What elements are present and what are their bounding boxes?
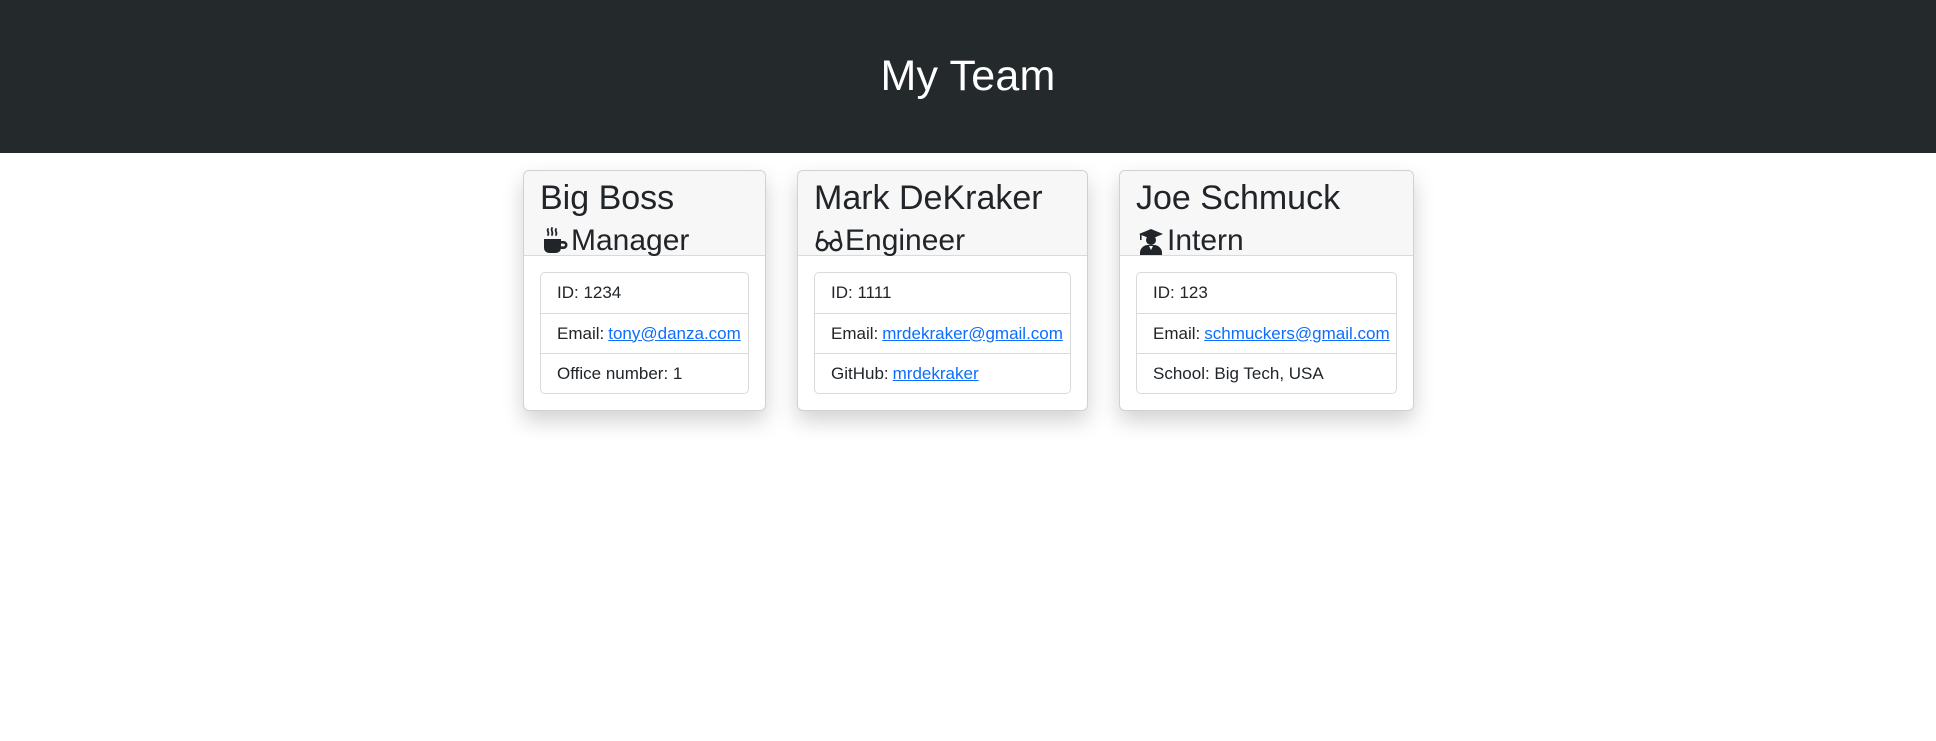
employee-card-manager: Big Boss Manager ID: 1234 Email: tony@da… xyxy=(523,170,766,411)
id-item: ID: 1234 xyxy=(557,283,622,302)
role-label: Intern xyxy=(1167,224,1244,257)
office-number-item: Office number: 1 xyxy=(541,353,748,393)
employee-card-engineer: Mark DeKraker Engineer ID: 1111 Email: m… xyxy=(797,170,1088,411)
page-title: My Team xyxy=(880,52,1056,100)
role-label: Manager xyxy=(571,224,690,257)
card-header: Big Boss Manager xyxy=(524,171,765,257)
info-list: ID: 123 Email: schmuckers@gmail.com Scho… xyxy=(1136,272,1397,394)
school-item: School: Big Tech, USA xyxy=(1137,353,1396,393)
employee-role: Engineer xyxy=(814,221,1071,261)
graduate-icon xyxy=(1136,226,1166,256)
email-label: Email: xyxy=(557,323,605,343)
card-body: ID: 1111 Email: mrdekraker@gmail.com Git… xyxy=(798,256,1087,410)
github-item: GitHub: mrdekraker xyxy=(815,353,1070,393)
id-item: ID: 123 xyxy=(1153,283,1208,302)
glasses-icon xyxy=(814,226,844,256)
email-item: Email: mrdekraker@gmail.com xyxy=(815,313,1070,353)
email-link[interactable]: mrdekraker@gmail.com xyxy=(882,324,1063,344)
mug-icon xyxy=(540,226,570,256)
team-cards: Big Boss Manager ID: 1234 Email: tony@da… xyxy=(0,153,1936,741)
info-list: ID: 1111 Email: mrdekraker@gmail.com Git… xyxy=(814,272,1071,394)
email-link[interactable]: schmuckers@gmail.com xyxy=(1204,324,1389,344)
email-label: Email: xyxy=(1153,323,1201,343)
employee-name: Big Boss xyxy=(540,179,675,217)
card-header: Joe Schmuck Intern xyxy=(1120,171,1413,257)
role-label: Engineer xyxy=(845,224,966,257)
email-item: Email: tony@danza.com xyxy=(541,313,748,353)
email-label: Email: xyxy=(831,323,879,343)
github-label: GitHub: xyxy=(831,363,889,383)
card-header: Mark DeKraker Engineer xyxy=(798,171,1087,257)
id-item: ID: 1111 xyxy=(831,283,892,302)
email-link[interactable]: tony@danza.com xyxy=(608,324,741,344)
page-header: My Team xyxy=(0,0,1936,153)
card-body: ID: 1234 Email: tony@danza.com Office nu… xyxy=(524,256,765,410)
employee-card-intern: Joe Schmuck Intern ID: 123 Email: schmuc… xyxy=(1119,170,1414,411)
employee-name: Mark DeKraker xyxy=(814,179,1043,217)
card-body: ID: 123 Email: schmuckers@gmail.com Scho… xyxy=(1120,256,1413,410)
info-list: ID: 1234 Email: tony@danza.com Office nu… xyxy=(540,272,749,394)
employee-name: Joe Schmuck xyxy=(1136,179,1341,217)
email-item: Email: schmuckers@gmail.com xyxy=(1137,313,1396,353)
employee-role: Intern xyxy=(1136,221,1397,261)
employee-role: Manager xyxy=(540,221,749,261)
github-link[interactable]: mrdekraker xyxy=(893,364,979,384)
